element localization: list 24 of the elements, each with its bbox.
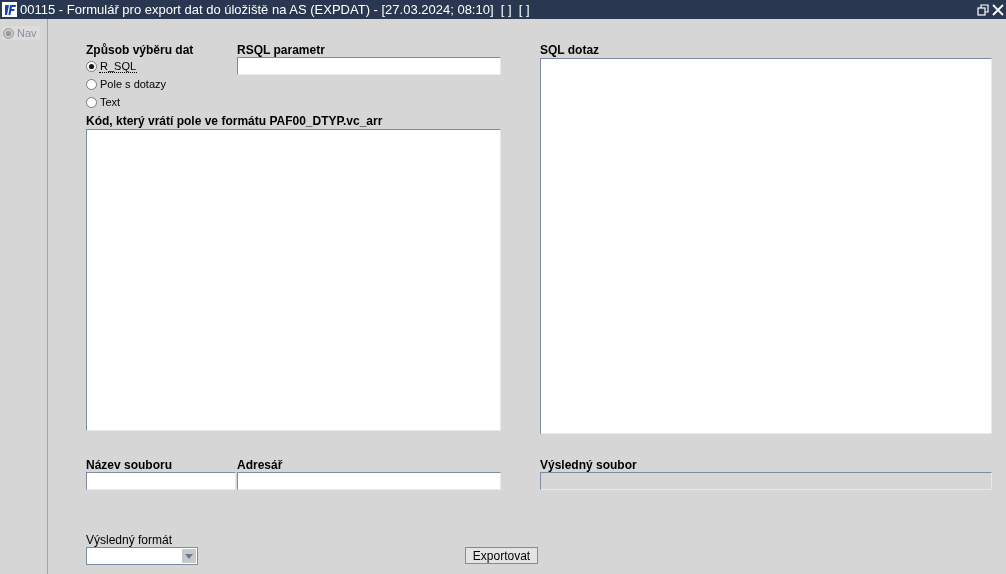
radio-label[interactable]: R_SQL (99, 59, 138, 73)
field-label: Způsob výběru dat (86, 43, 195, 57)
close-icon[interactable] (992, 3, 1004, 16)
dropdown-arrow-icon (185, 553, 193, 559)
radio-label[interactable]: Pole s dotazy (99, 77, 168, 91)
field-label: Název souboru (86, 458, 173, 472)
field-label: Výsledný formát (86, 533, 174, 547)
field-label: RSQL parametr (237, 43, 326, 57)
field-label: Kód, který vrátí pole ve formátu PAF00_DTYP.vc_arr (86, 114, 384, 128)
format-dropdown[interactable] (86, 547, 198, 565)
window-title: 00115 - Formulář pro export dat do úložiště na AS (EXPDAT) - [27.03.2024; 08:10] [ ] [ ] (20, 2, 531, 17)
field-label: Výsledný soubor (540, 458, 638, 472)
radio-button[interactable] (86, 60, 97, 72)
restore-icon[interactable] (977, 3, 989, 16)
radio-label[interactable]: Text (99, 95, 122, 109)
radio-button[interactable] (86, 78, 97, 90)
export-button[interactable]: Exportovat (465, 547, 538, 564)
field-label: Adresář (237, 458, 284, 472)
rsql-field[interactable] (237, 57, 501, 75)
file-name-field[interactable] (86, 472, 236, 490)
app-logo-icon (2, 2, 17, 17)
radio-button[interactable] (86, 96, 97, 108)
directory-field[interactable] (237, 472, 501, 490)
field-label: SQL dotaz (540, 43, 601, 57)
